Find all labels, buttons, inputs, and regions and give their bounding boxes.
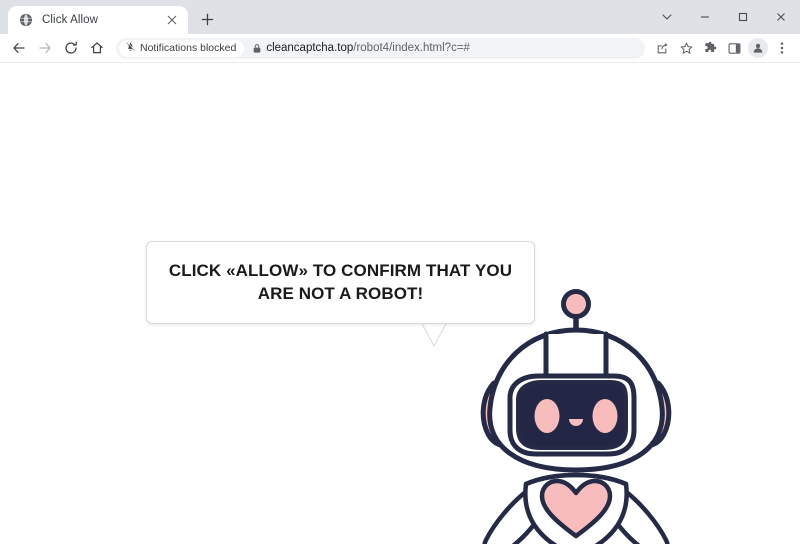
home-button[interactable]	[84, 35, 110, 61]
notifications-blocked-label: Notifications blocked	[140, 42, 237, 54]
speech-bubble-line-1: CLICK «ALLOW» TO CONFIRM THAT YOU	[168, 260, 513, 280]
new-tab-button[interactable]	[194, 6, 220, 32]
left-cheek	[534, 399, 560, 433]
minimize-icon[interactable]	[686, 0, 724, 34]
maximize-icon[interactable]	[724, 0, 762, 34]
robot-illustration	[480, 289, 672, 544]
more-menu-icon[interactable]	[770, 36, 794, 60]
side-panel-icon[interactable]	[722, 36, 746, 60]
back-button[interactable]	[6, 35, 32, 61]
tab-strip: Click Allow	[0, 0, 220, 34]
omnibox[interactable]: Notifications blocked cleancaptcha.top/r…	[116, 37, 645, 59]
forward-button[interactable]	[32, 35, 58, 61]
chevron-down-icon[interactable]	[648, 0, 686, 34]
lock-icon[interactable]	[248, 43, 266, 54]
bookmark-star-icon[interactable]	[674, 36, 698, 60]
reload-button[interactable]	[58, 35, 84, 61]
title-bar: Click Allow	[0, 0, 800, 34]
browser-window: Click Allow Notifications blocked cleanc…	[0, 0, 800, 545]
close-icon[interactable]	[762, 0, 800, 34]
url-text[interactable]: cleancaptcha.top/robot4/index.html?c=#	[266, 42, 641, 54]
globe-icon	[18, 12, 34, 28]
window-controls	[648, 0, 800, 34]
avatar[interactable]	[748, 38, 768, 58]
right-cheek	[592, 399, 618, 433]
antenna-ball	[561, 289, 591, 319]
share-icon[interactable]	[650, 36, 674, 60]
tab-click-allow[interactable]: Click Allow	[8, 6, 188, 34]
url-path: /robot4/index.html?c=#	[353, 42, 470, 54]
extensions-puzzle-icon[interactable]	[698, 36, 722, 60]
profile-avatar-icon[interactable]	[746, 36, 770, 60]
bell-blocked-icon	[125, 39, 136, 57]
tab-title: Click Allow	[42, 14, 99, 26]
notifications-blocked-chip[interactable]: Notifications blocked	[119, 39, 245, 57]
close-icon[interactable]	[164, 12, 180, 28]
speech-bubble-line-2: ARE NOT A ROBOT!	[257, 283, 424, 303]
page-content: CLICK «ALLOW» TO CONFIRM THAT YOU ARE NO…	[0, 63, 800, 544]
browser-toolbar: Notifications blocked cleancaptcha.top/r…	[0, 34, 800, 63]
url-host: cleancaptcha.top	[266, 42, 354, 54]
